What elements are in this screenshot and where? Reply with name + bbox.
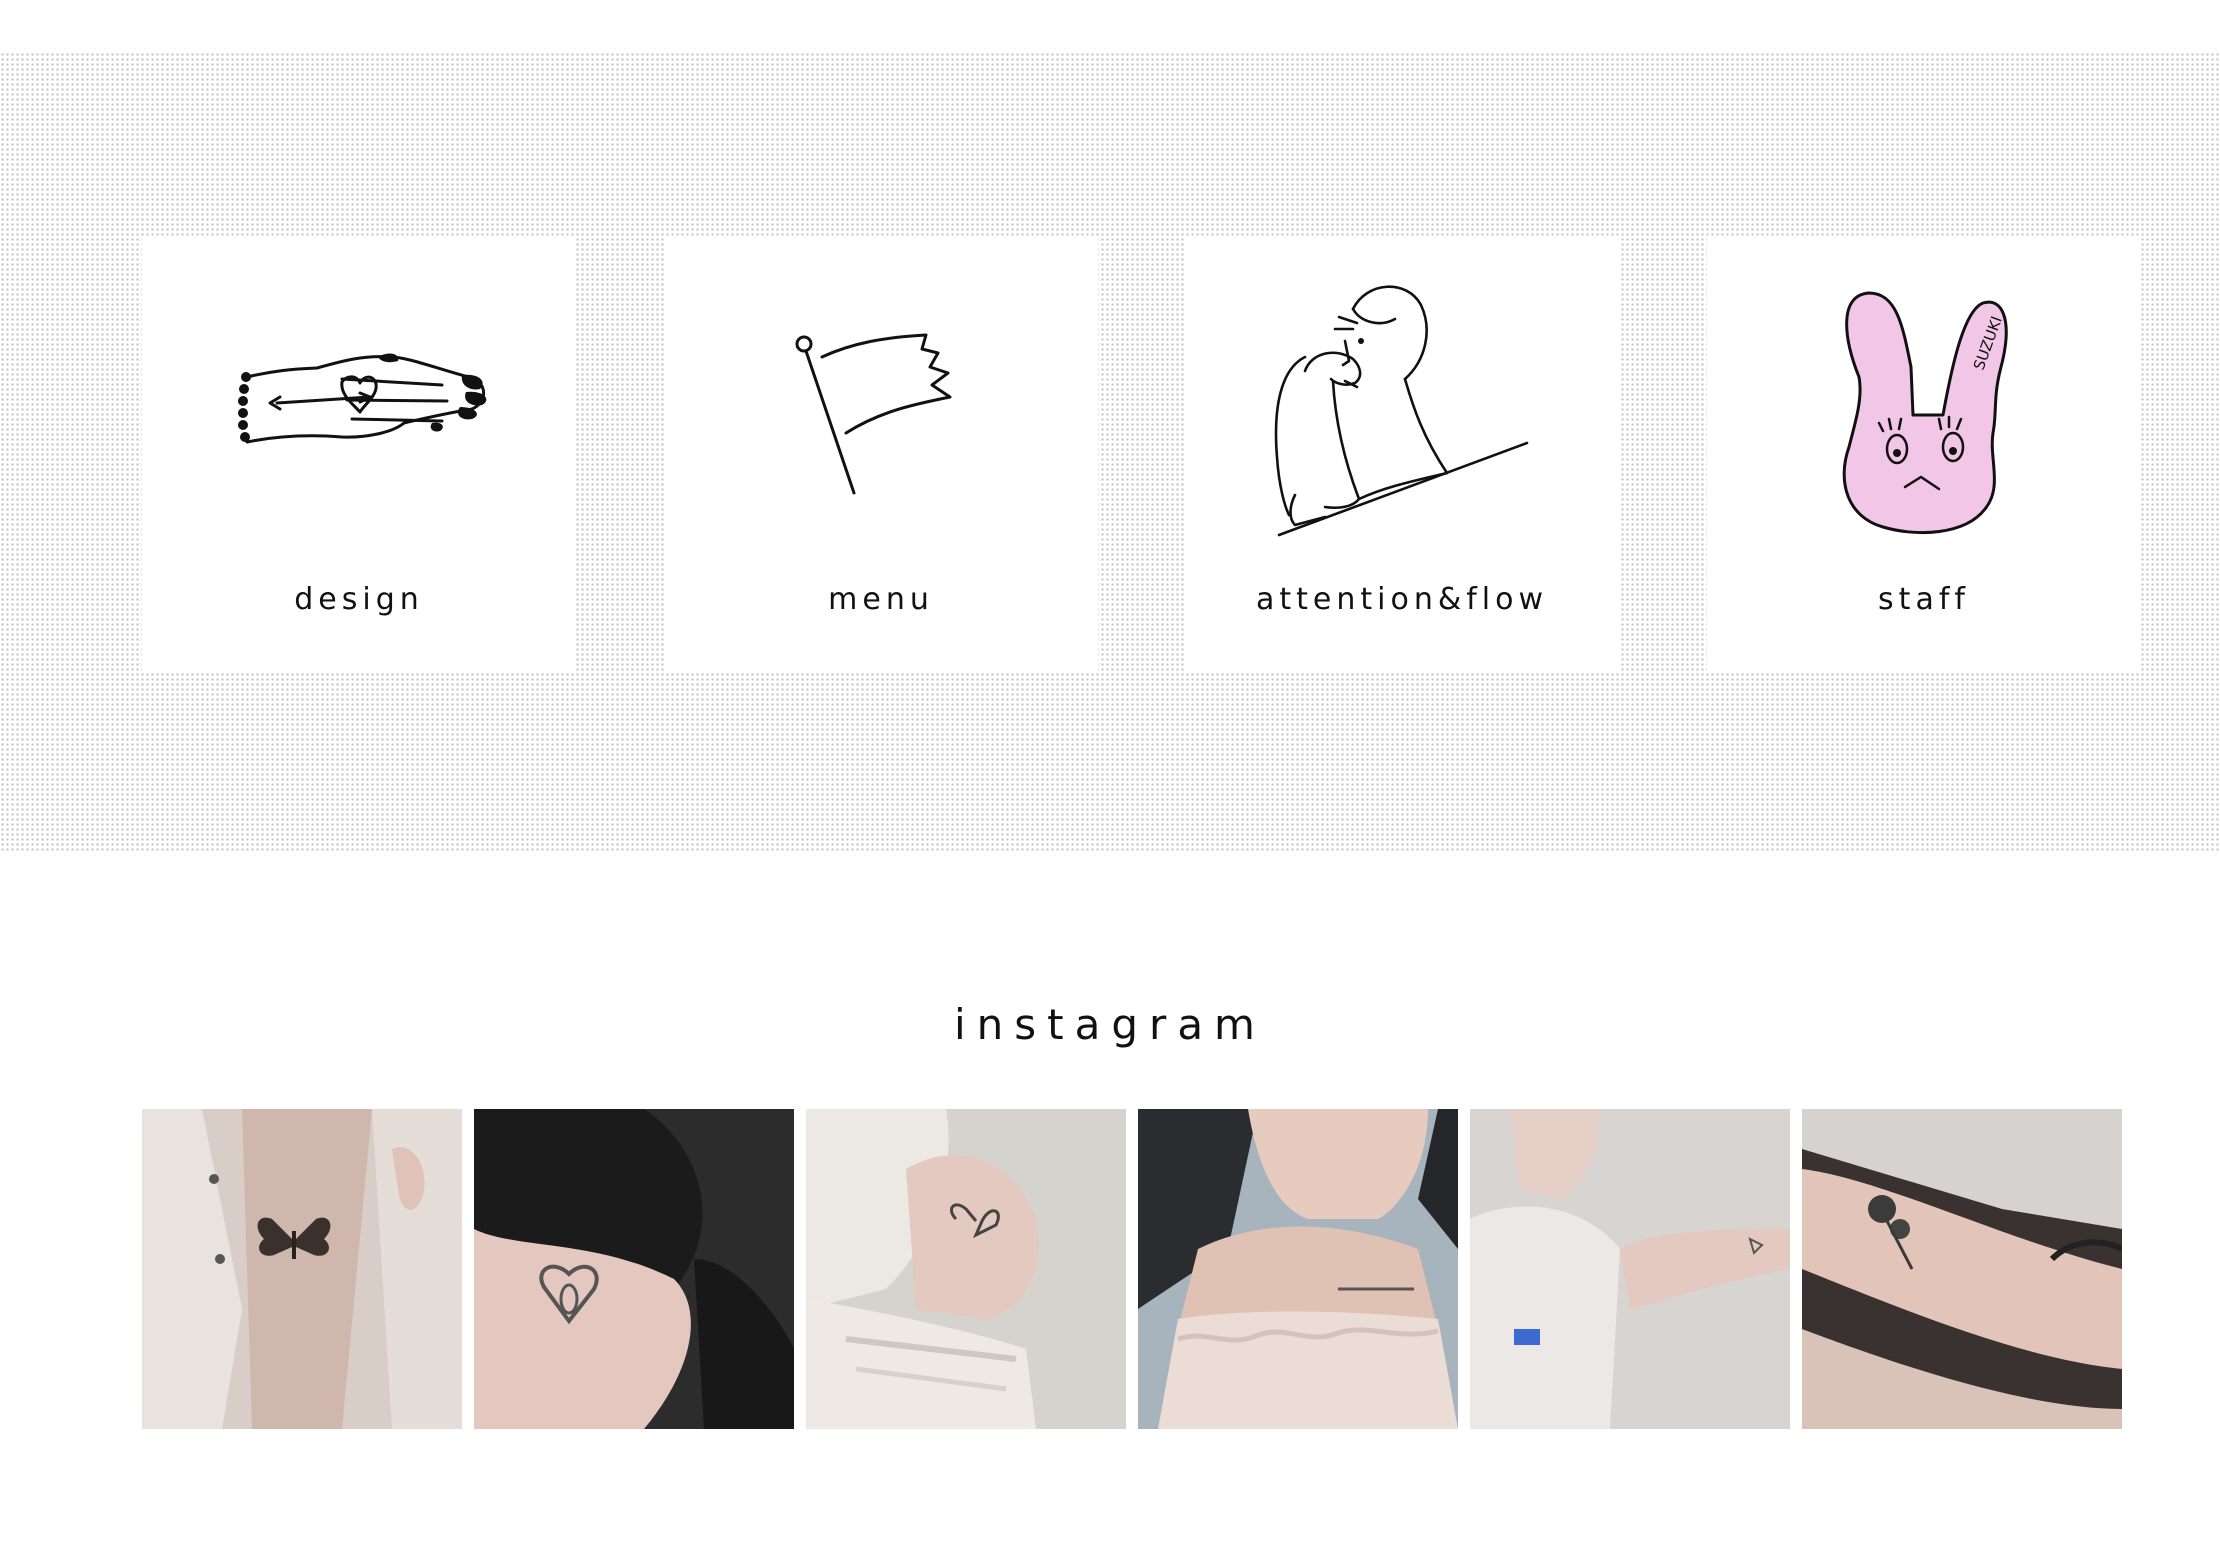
nav-card-design[interactable]: design [142,237,576,671]
instagram-post-2[interactable] [474,1109,794,1429]
small-arm-tattoo-photo [1470,1109,1790,1429]
nav-card-staff[interactable]: SUZUKI staff [1707,237,2141,671]
instagram-section-title: instagram [954,1000,1266,1049]
nav-card-menu[interactable]: menu [664,237,1098,671]
pink-bunny-icon: SUZUKI [1842,291,2008,535]
flower-forearm-tattoo-photo [1802,1109,2122,1429]
instagram-post-6[interactable] [1802,1109,2122,1429]
thinking-person-icon [1274,285,1529,537]
instagram-post-1[interactable] [142,1109,462,1429]
butterfly-chest-tattoo-photo [142,1109,462,1429]
instagram-post-5[interactable] [1470,1109,1790,1429]
nav-card-attention-flow[interactable]: attention&flow [1185,237,1619,671]
instagram-post-3[interactable] [806,1109,1126,1429]
nav-card-label: staff [1878,582,1970,617]
instagram-post-4[interactable] [1138,1109,1458,1429]
flag-icon [795,333,952,495]
nav-card-label: design [294,582,424,617]
tattooed-hand-icon [238,353,487,444]
heart-arm-tattoo-photo [474,1109,794,1429]
instagram-feed [142,1109,2123,1429]
nav-card-label: menu [828,582,934,617]
nav-card-label: attention&flow [1255,582,1549,617]
collarbone-script-tattoo-photo [1138,1109,1458,1429]
angel-wing-shoulder-tattoo-photo [806,1109,1126,1429]
